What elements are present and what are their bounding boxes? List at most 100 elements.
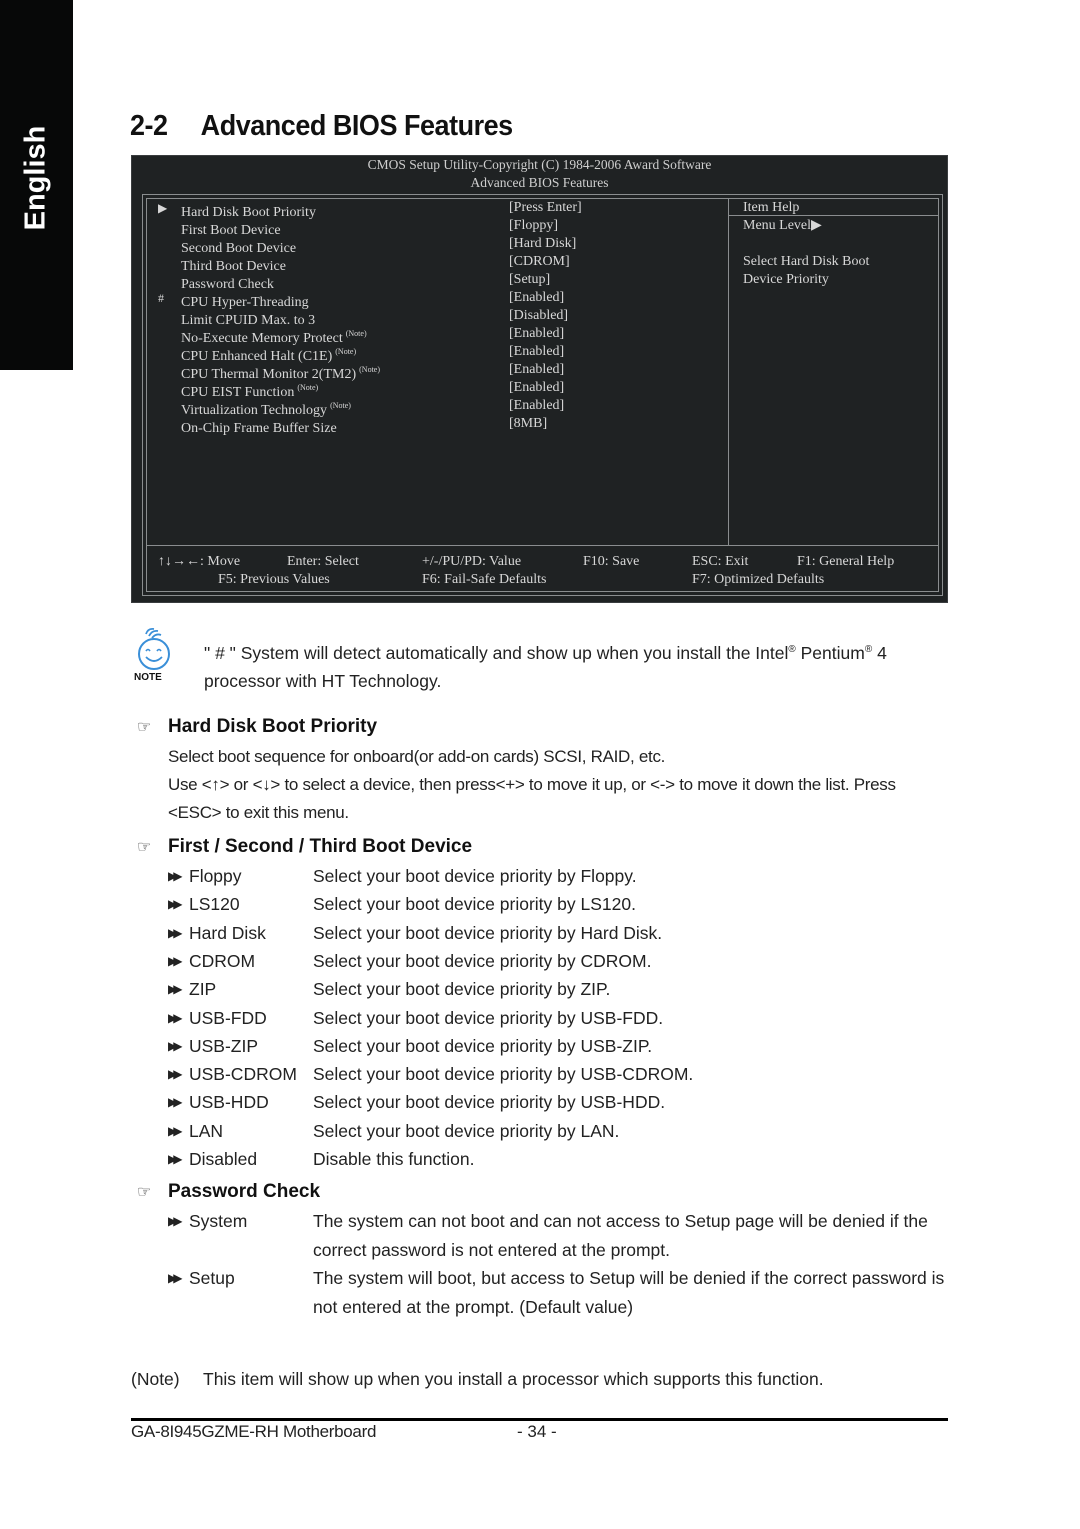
double-arrow-icon: ▶▶ xyxy=(168,869,183,883)
option-name: Floppy xyxy=(189,866,242,886)
bios-item-row[interactable]: No-Execute Memory Protect (Note) [Enabled] xyxy=(132,325,722,346)
option-name: USB-CDROM xyxy=(189,1064,297,1085)
bios-item-value[interactable]: [Disabled] xyxy=(509,307,568,325)
double-arrow-icon: ▶▶ xyxy=(168,1038,183,1053)
note-text: " # " System will detect automatically a… xyxy=(204,636,944,695)
option-name: CDROM xyxy=(189,950,256,971)
bios-copyright: CMOS Setup Utility-Copyright (C) 1984-20… xyxy=(367,157,712,172)
bios-item-value[interactable]: [Enabled] xyxy=(509,343,564,361)
key-enter: Enter: Select xyxy=(287,554,359,569)
bios-item-value[interactable]: [Floppy] xyxy=(509,217,558,235)
option-name: LAN xyxy=(189,1120,224,1141)
option-name: USB-FDD xyxy=(189,1007,267,1028)
bios-column-divider xyxy=(728,198,729,546)
double-arrow-icon: ▶▶ xyxy=(168,1214,183,1228)
language-tab-label: English xyxy=(19,125,52,231)
note-icon-label: NOTE xyxy=(134,672,162,682)
bios-item-value[interactable]: [Enabled] xyxy=(509,289,564,307)
double-arrow-icon: ▶▶ xyxy=(168,897,183,912)
double-arrow-icon: ▶▶ xyxy=(168,1010,183,1025)
bios-item-value[interactable]: [8MB] xyxy=(509,415,547,433)
bios-item-value[interactable]: [Enabled] xyxy=(509,361,564,379)
key-move: ↑↓→←: Move xyxy=(158,554,241,569)
bios-item-row[interactable]: CPU Thermal Monitor 2(TM2) (Note) [Enabled… xyxy=(132,361,722,382)
option-desc: Select your boot device priority by Hard… xyxy=(313,922,663,943)
hdd-priority-desc-2: Use <↑> or <↓> to select a device, then … xyxy=(168,775,896,794)
bios-item-name: On-Chip Frame Buffer Size xyxy=(181,421,337,436)
footnote: (Note) This item will show up when you in… xyxy=(131,1369,824,1390)
bios-item-row[interactable]: Password Check [Setup] xyxy=(132,271,722,292)
option-desc: The system can not boot and can not acce… xyxy=(313,1211,928,1260)
bios-item-value[interactable]: [Enabled] xyxy=(509,379,564,397)
option-desc: Disable this function. xyxy=(313,1149,475,1169)
key-save: F10: Save xyxy=(583,554,640,569)
bios-footer-divider xyxy=(146,545,939,546)
option-desc: Select your boot device priority by USB-… xyxy=(313,1092,666,1113)
bios-item-value[interactable]: [Enabled] xyxy=(509,325,564,343)
double-arrow-icon: ▶▶ xyxy=(168,1067,183,1082)
option-name: LS120 xyxy=(189,894,240,915)
option-desc: Select your boot device priority by ZIP. xyxy=(313,979,611,1000)
heading-password-check: ☞ Password Check xyxy=(137,1181,321,1202)
bios-page-title: Advanced BIOS Features xyxy=(470,175,609,190)
option-name: USB-HDD xyxy=(189,1092,269,1113)
option-name: System xyxy=(189,1211,248,1231)
page-title: 2-2 Advanced BIOS Features xyxy=(130,110,513,143)
bios-item-row[interactable]: Third Boot Device [CDROM] xyxy=(132,253,722,274)
bios-item-row[interactable]: Second Boot Device [Hard Disk] xyxy=(132,235,722,256)
option-desc: Select your boot device priority by Flop… xyxy=(313,866,637,886)
double-arrow-icon: ▶▶ xyxy=(168,925,183,940)
option-name: Disabled xyxy=(189,1149,258,1169)
option-desc: Select your boot device priority by USB-… xyxy=(313,1064,694,1085)
heading-hdd-boot-priority: ☞ Hard Disk Boot Priority xyxy=(137,716,378,737)
footer-rule xyxy=(131,1418,948,1421)
bios-item-value[interactable]: [Press Enter] xyxy=(509,199,582,217)
pointing-hand-icon: ☞ xyxy=(137,839,152,856)
bios-item-value[interactable]: [Hard Disk] xyxy=(509,235,576,253)
double-arrow-icon: ▶▶ xyxy=(168,1095,183,1110)
key-exit: ESC: Exit xyxy=(692,554,749,569)
section-number: 2-2 xyxy=(130,110,168,142)
note-marker: (Note) xyxy=(330,401,351,410)
option-name: USB-ZIP xyxy=(189,1035,259,1056)
option-desc: Select your boot device priority by LS12… xyxy=(313,894,636,915)
bios-item-row[interactable]: Virtualization Technology (Note) [Enabled] xyxy=(132,397,722,418)
bios-item-row[interactable]: On-Chip Frame Buffer Size [8MB] xyxy=(132,415,722,436)
option-desc: Select your boot device priority by LAN. xyxy=(313,1120,620,1141)
help-text-line2: Device Priority xyxy=(743,272,829,287)
note-line1: " # " System will detect automatically a… xyxy=(204,642,887,663)
double-arrow-icon: ▶▶ xyxy=(168,1152,183,1166)
key-value: +/-/PU/PD: Value xyxy=(422,554,522,569)
bios-item-value[interactable]: [CDROM] xyxy=(509,253,570,271)
submenu-arrow-icon: ▶ xyxy=(158,201,168,215)
bios-item-row[interactable]: CPU EIST Function (Note) [Enabled] xyxy=(132,379,722,400)
double-arrow-icon: ▶▶ xyxy=(168,1271,183,1285)
bios-item-row[interactable]: ▶ Hard Disk Boot Priority [Press Enter] xyxy=(132,199,722,220)
footer-model: GA-8I945GZME-RH Motherboard xyxy=(131,1422,377,1441)
bios-item-value[interactable]: [Setup] xyxy=(509,271,550,289)
language-tab: English xyxy=(0,0,73,370)
bios-item-row[interactable]: Limit CPUID Max. to 3 [Disabled] xyxy=(132,307,722,328)
key-general-help: F1: General Help xyxy=(797,554,895,569)
note-marker: (Note) xyxy=(345,329,367,338)
bios-item-row[interactable]: First Boot Device [Floppy] xyxy=(132,217,722,238)
footnote-text: This item will show up when you install … xyxy=(203,1369,824,1389)
double-arrow-icon: ▶▶ xyxy=(168,982,183,997)
bios-item-row[interactable]: # CPU Hyper-Threading [Enabled] xyxy=(132,289,722,310)
note-marker: (Note) xyxy=(297,383,319,392)
bios-item-value[interactable]: [Enabled] xyxy=(509,397,564,415)
option-name: Hard Disk xyxy=(189,922,266,943)
hdd-priority-desc-1: Select boot sequence for onboard(or add-… xyxy=(168,747,666,766)
footnote-label: (Note) xyxy=(131,1369,180,1389)
pointing-hand-icon: ☞ xyxy=(137,719,152,736)
page-number: - 34 - xyxy=(517,1422,557,1441)
bios-item-row[interactable]: CPU Enhanced Halt (C1E) (Note) [Enabled] xyxy=(132,343,722,364)
heading-boot-device: ☞ First / Second / Third Boot Device xyxy=(137,836,473,857)
note-smiley-icon: NOTE xyxy=(134,626,174,683)
auto-detect-marker: # xyxy=(158,291,164,305)
option-name: ZIP xyxy=(189,979,217,1000)
note-marker: (Note) xyxy=(335,347,357,356)
help-text-line1: Select Hard Disk Boot xyxy=(743,254,870,269)
section-title-text: Advanced BIOS Features xyxy=(200,110,513,142)
option-desc: The system will boot, but access to Setu… xyxy=(313,1268,945,1317)
